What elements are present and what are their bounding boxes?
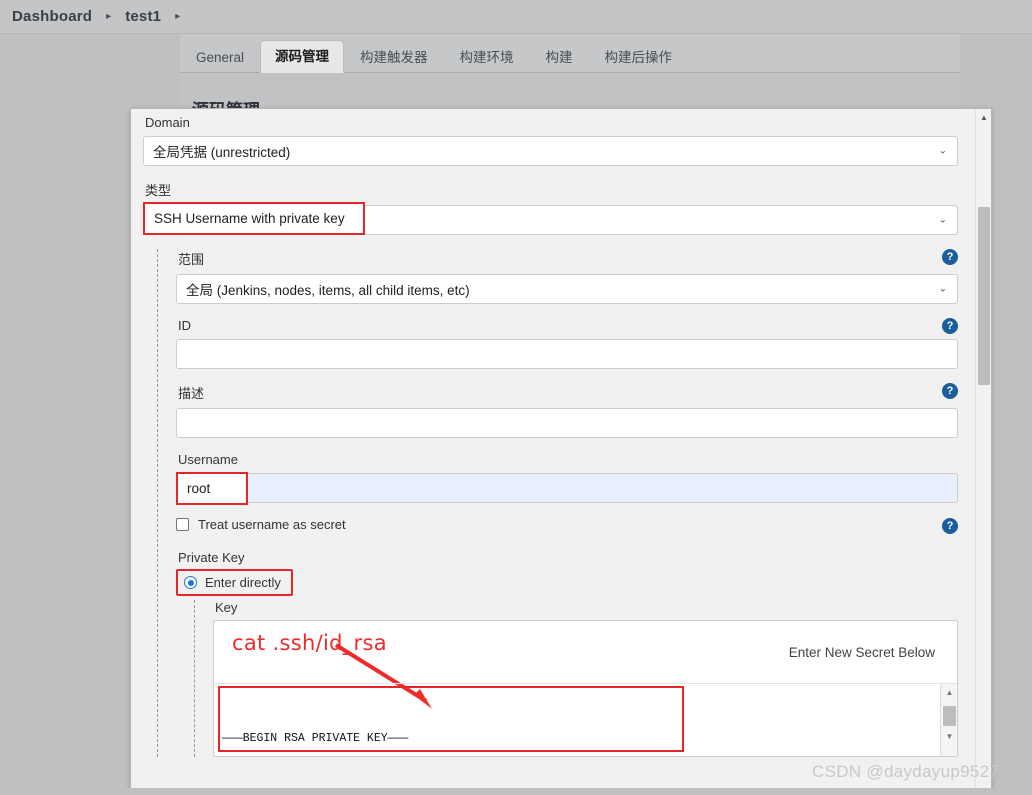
field-private-key: Private Key Enter directly Key cat .ssh/…: [176, 550, 958, 757]
domain-value: 全局凭据 (unrestricted): [153, 145, 291, 160]
id-input[interactable]: [176, 339, 958, 369]
field-type: 类型 ⌄ SSH Username with private key: [143, 180, 958, 235]
chevron-down-icon: ⌄: [938, 214, 947, 226]
breadcrumb: Dashboard ▸ test1 ▸: [0, 0, 1032, 34]
breadcrumb-item-dashboard[interactable]: Dashboard: [12, 8, 92, 25]
tab-source-code-management[interactable]: 源码管理: [260, 39, 345, 73]
description-label: 描述: [178, 386, 205, 401]
key-label: Key: [215, 600, 238, 615]
secret-box-header: cat .ssh/id_rsa Enter New Secret Below: [214, 621, 957, 709]
scrollbar-thumb[interactable]: [943, 706, 956, 726]
tab-build-triggers[interactable]: 构建触发器: [344, 42, 444, 73]
scrollbar-track[interactable]: [978, 385, 990, 794]
help-icon[interactable]: ?: [942, 383, 958, 399]
private-key-entry-group: Key cat .ssh/id_rsa Enter New Secret Bel…: [194, 600, 958, 757]
field-username: Username root: [176, 452, 958, 505]
scroll-up-icon[interactable]: ▲: [941, 684, 958, 700]
help-icon[interactable]: ?: [942, 318, 958, 334]
modal-scrollbar[interactable]: ▲: [975, 109, 991, 794]
type-select-wrapper: ⌄ SSH Username with private key: [143, 202, 958, 235]
credential-detail-group: 范围 ? 全局 (Jenkins, nodes, items, all chil…: [157, 249, 958, 757]
description-label-row: 描述 ?: [176, 383, 958, 402]
type-label: 类型: [145, 183, 172, 198]
private-key-label: Private Key: [178, 550, 245, 565]
page-bottom-margin: [0, 788, 1032, 795]
domain-select[interactable]: 全局凭据 (unrestricted) ⌄: [143, 136, 958, 166]
field-description: 描述 ?: [176, 383, 958, 438]
treat-username-as-secret-checkbox[interactable]: [176, 518, 189, 531]
tab-post-build-actions[interactable]: 构建后操作: [589, 42, 689, 73]
id-label: ID: [178, 318, 191, 333]
tab-build-environment[interactable]: 构建环境: [444, 42, 530, 73]
scroll-down-icon[interactable]: ▼: [941, 728, 958, 744]
id-label-row: ID ?: [176, 318, 958, 334]
config-panel-body: [180, 73, 960, 113]
private-key-textarea[interactable]: ———BEGIN RSA PRIVATE KEY——— MIIEowIBAAKC…: [214, 684, 940, 756]
treat-username-as-secret-label: Treat username as secret: [198, 517, 346, 532]
secret-textarea-wrapper: ———BEGIN RSA PRIVATE KEY——— MIIEowIBAAKC…: [214, 683, 957, 756]
type-selected-value-highlight[interactable]: SSH Username with private key: [143, 202, 365, 235]
scope-label-row: 范围 ?: [176, 249, 958, 268]
tab-build[interactable]: 构建: [530, 42, 589, 73]
scope-value: 全局 (Jenkins, nodes, items, all child ite…: [186, 283, 470, 298]
page-right-margin: [996, 34, 1032, 795]
annotation-command-text: cat .ssh/id_rsa: [232, 631, 387, 655]
chevron-down-icon: ⌄: [938, 145, 947, 157]
tab-general[interactable]: General: [180, 42, 260, 73]
modal-content: Domain 全局凭据 (unrestricted) ⌄ 类型 ⌄ SSH Us…: [131, 109, 976, 794]
breadcrumb-item-test1[interactable]: test1: [125, 8, 161, 25]
field-id: ID ?: [176, 318, 958, 369]
enter-new-secret-label: Enter New Secret Below: [788, 644, 935, 660]
enter-directly-label: Enter directly: [205, 575, 281, 590]
breadcrumb-separator-icon: ▸: [106, 11, 112, 22]
help-icon[interactable]: ?: [942, 249, 958, 265]
field-scope: 范围 ? 全局 (Jenkins, nodes, items, all chil…: [176, 249, 958, 304]
scroll-up-icon[interactable]: ▲: [976, 109, 991, 125]
field-domain: Domain 全局凭据 (unrestricted) ⌄: [143, 115, 958, 166]
username-label: Username: [178, 452, 238, 467]
textarea-scrollbar[interactable]: ▲ ▼: [940, 684, 957, 756]
username-value-highlight: root: [176, 472, 248, 505]
scope-select[interactable]: 全局 (Jenkins, nodes, items, all child ite…: [176, 274, 958, 304]
field-treat-username-as-secret: Treat username as secret ?: [176, 517, 958, 534]
config-tab-bar: General 源码管理 构建触发器 构建环境 构建 构建后操作: [180, 34, 960, 73]
username-input[interactable]: root: [176, 472, 958, 505]
add-credentials-modal: Domain 全局凭据 (unrestricted) ⌄ 类型 ⌄ SSH Us…: [130, 108, 992, 795]
domain-label: Domain: [145, 115, 190, 130]
scope-label: 范围: [178, 252, 205, 267]
help-icon[interactable]: ?: [942, 518, 958, 534]
scrollbar-thumb[interactable]: [978, 207, 990, 385]
description-input[interactable]: [176, 408, 958, 438]
chevron-down-icon: ⌄: [938, 283, 947, 295]
breadcrumb-dropdown-icon[interactable]: ▸: [161, 11, 194, 22]
private-key-enter-directly-radio[interactable]: Enter directly: [176, 569, 293, 596]
radio-selected-icon: [184, 576, 197, 589]
key-line: ———BEGIN RSA PRIVATE KEY———: [222, 732, 409, 745]
secret-entry-box: cat .ssh/id_rsa Enter New Secret Below —…: [213, 620, 958, 757]
